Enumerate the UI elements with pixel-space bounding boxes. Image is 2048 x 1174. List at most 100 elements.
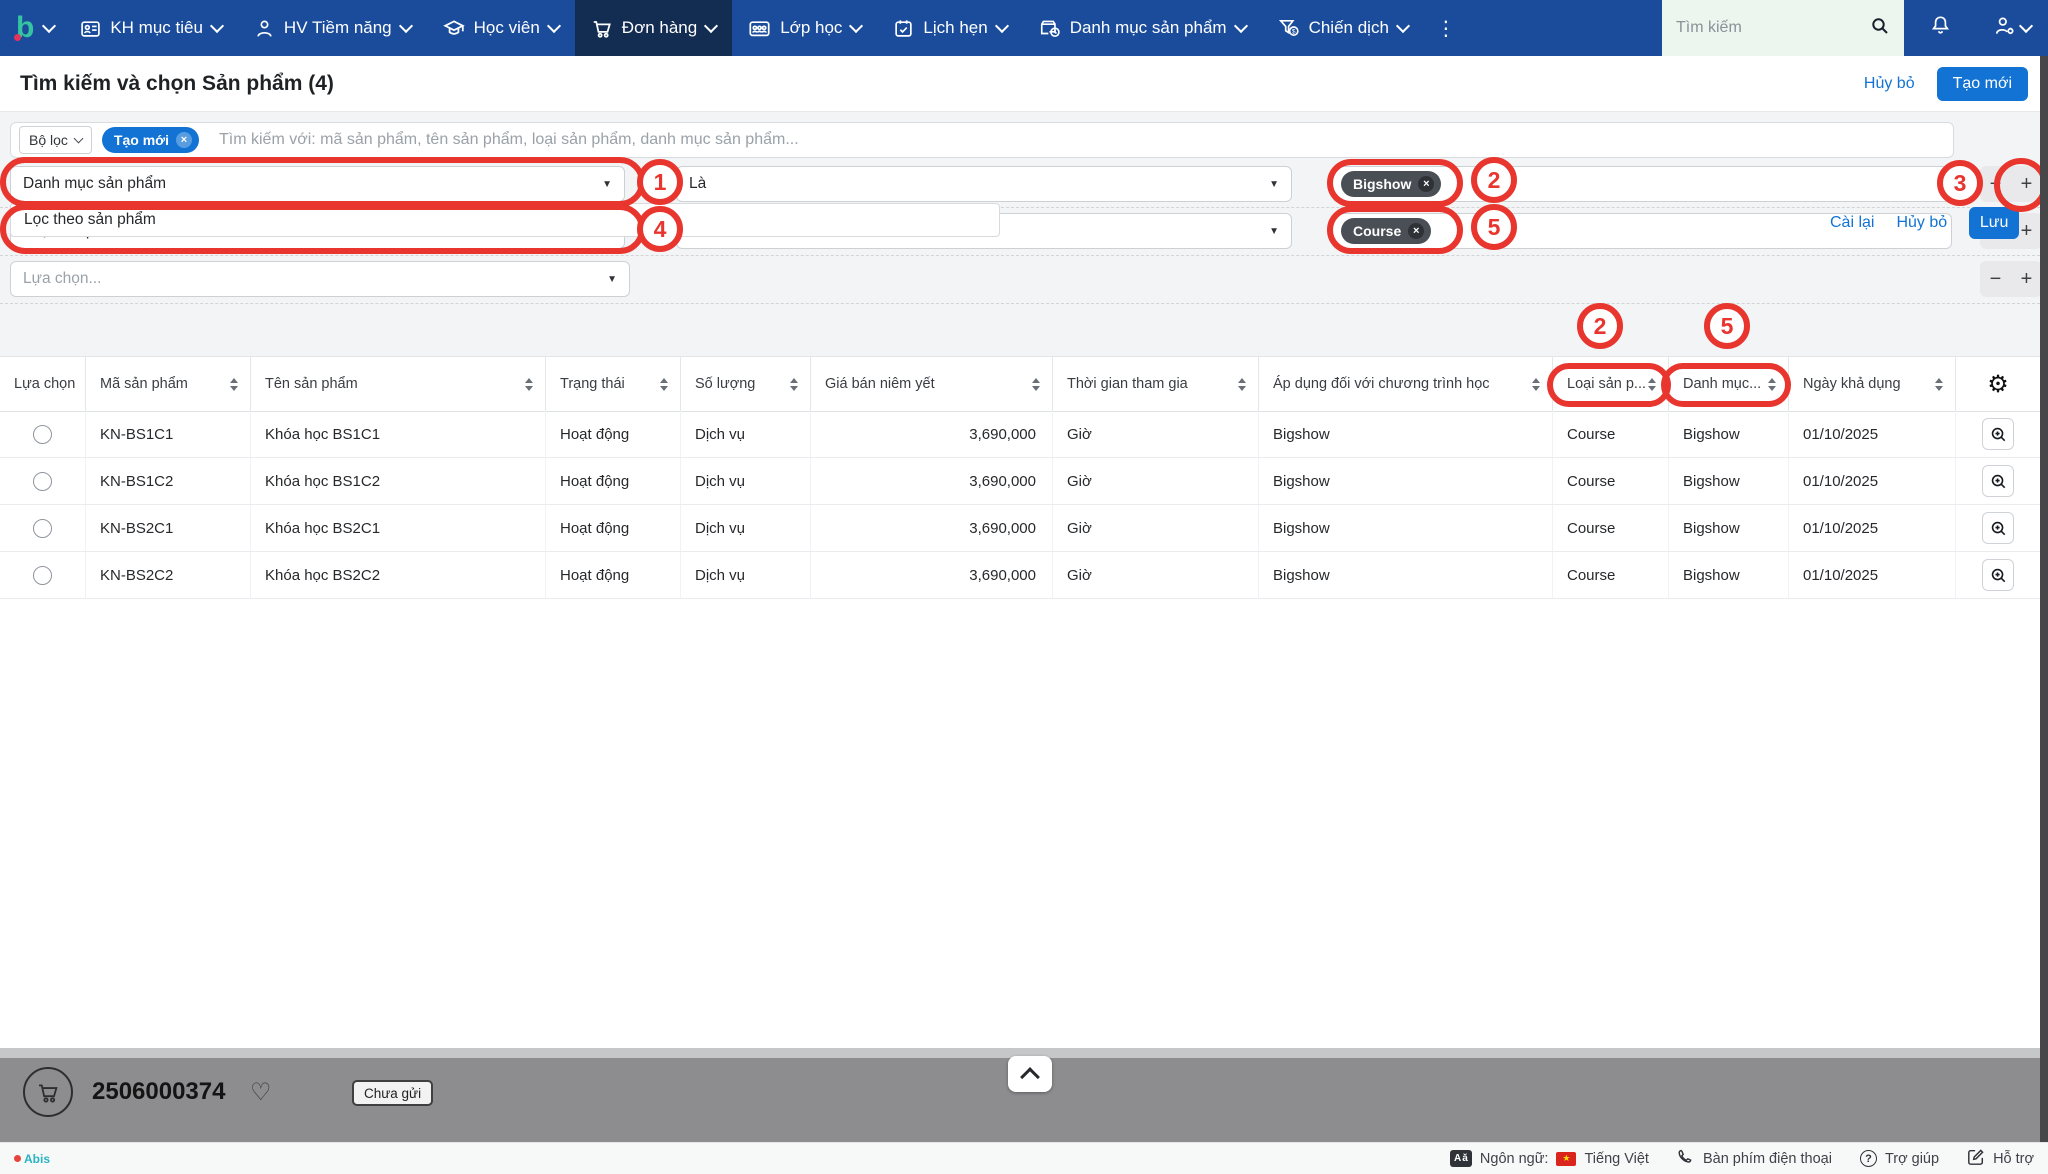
- nav-item-hoc-vien[interactable]: Học viên: [427, 0, 575, 56]
- footer-logo-text: Abis: [24, 1152, 50, 1166]
- filter-dropdown-button[interactable]: Bộ lọc: [19, 126, 92, 154]
- chevron-down-icon: [1396, 18, 1410, 32]
- svg-text:$: $: [1291, 28, 1295, 35]
- column-header-price[interactable]: Giá bán niêm yết: [810, 357, 1052, 411]
- remove-condition-button[interactable]: −: [1980, 166, 2011, 202]
- cancel-button[interactable]: Hủy bỏ: [1864, 75, 1915, 93]
- cell-program: Bigshow: [1258, 505, 1552, 551]
- filter-actions: Cài lại Hủy bỏ Lưu: [1830, 207, 2019, 239]
- sort-icon[interactable]: [1648, 378, 1656, 391]
- save-button[interactable]: Lưu: [1969, 207, 2019, 239]
- cell-status: Hoạt động: [545, 552, 680, 598]
- sort-icon[interactable]: [1532, 378, 1540, 391]
- row-radio[interactable]: [33, 566, 52, 585]
- field-select-row1[interactable]: Danh mục sản phẩm ▼: [10, 166, 625, 202]
- sort-icon[interactable]: [1032, 378, 1040, 391]
- column-header-select: Lựa chọn: [0, 357, 85, 411]
- row-detail-button[interactable]: [1982, 559, 2014, 591]
- language-selector[interactable]: Aă Ngôn ngữ: ★ Tiếng Việt: [1450, 1150, 1649, 1167]
- zoom-in-icon: [1990, 426, 2007, 443]
- cart-order-button[interactable]: [23, 1067, 73, 1117]
- help-button[interactable]: ? Trợ giúp: [1860, 1150, 1939, 1167]
- cell-date: 01/10/2025: [1788, 505, 1955, 551]
- nav-item-hv-tiem-nang[interactable]: HV Tiềm năng: [238, 0, 427, 56]
- operator-select-row1[interactable]: Là ▼: [676, 166, 1292, 202]
- phone-keyboard-button[interactable]: Bàn phím điện thoại: [1677, 1148, 1832, 1170]
- sort-icon[interactable]: [660, 378, 668, 391]
- cell-date: 01/10/2025: [1788, 411, 1955, 457]
- column-header-time[interactable]: Thời gian tham gia: [1052, 357, 1258, 411]
- chevron-down-icon: [2019, 18, 2033, 32]
- column-header-code[interactable]: Mã sản phẩm: [85, 357, 250, 411]
- sort-icon[interactable]: [1238, 378, 1246, 391]
- cell-code: KN-BS1C2: [85, 458, 250, 504]
- account-menu-button[interactable]: [1976, 0, 2048, 56]
- add-condition-button[interactable]: +: [2011, 261, 2042, 297]
- nav-item-label: Lớp học: [780, 18, 842, 38]
- footer-logo[interactable]: Abis: [14, 1152, 50, 1166]
- cancel-filter-button[interactable]: Hủy bỏ: [1896, 214, 1947, 232]
- cell-quantity: Dịch vụ: [680, 505, 810, 551]
- collapse-cart-button[interactable]: [1008, 1056, 1052, 1092]
- sort-icon[interactable]: [230, 378, 238, 391]
- row-radio[interactable]: [33, 519, 52, 538]
- filter-search-hint[interactable]: Tìm kiếm với: mã sản phẩm, tên sản phẩm,…: [219, 131, 799, 149]
- footer: Abis Aă Ngôn ngữ: ★ Tiếng Việt Bàn phím …: [0, 1142, 2048, 1174]
- heart-icon[interactable]: ♡: [250, 1078, 272, 1107]
- page-title: Tìm kiếm và chọn Sản phẩm (4): [20, 72, 334, 96]
- column-header-quantity[interactable]: Số lượng: [680, 357, 810, 411]
- value-tag-course[interactable]: Course ×: [1341, 218, 1431, 244]
- sort-icon[interactable]: [1935, 378, 1943, 391]
- chevron-down-icon: [73, 134, 83, 144]
- close-icon[interactable]: ×: [1418, 176, 1434, 192]
- nav-item-lich-hen[interactable]: Lịch hẹn: [877, 0, 1022, 56]
- chevron-down-icon: [849, 18, 863, 32]
- nav-item-chien-dich[interactable]: $ Chiến dịch: [1262, 0, 1424, 56]
- sort-icon[interactable]: [790, 378, 798, 391]
- nav-item-lop-hoc[interactable]: Lớp học: [732, 0, 877, 56]
- filter-preset-tag[interactable]: Tạo mới ×: [102, 127, 199, 153]
- column-header-program[interactable]: Áp dụng đối với chương trình học: [1258, 357, 1552, 411]
- app-logo[interactable]: b: [0, 0, 64, 56]
- nav-item-kh-muc-tieu[interactable]: KH mục tiêu: [64, 0, 238, 56]
- nav-item-danh-muc-san-pham[interactable]: Danh mục sản phẩm: [1023, 0, 1262, 56]
- support-button[interactable]: Hỗ trợ: [1967, 1148, 2034, 1170]
- zoom-in-icon: [1990, 520, 2007, 537]
- row-radio[interactable]: [33, 472, 52, 491]
- cell-price: 3,690,000: [810, 411, 1052, 457]
- column-settings-button[interactable]: ⚙: [1955, 357, 2040, 411]
- row-radio[interactable]: [33, 425, 52, 444]
- close-icon[interactable]: ×: [1408, 223, 1424, 239]
- vietnam-flag-icon: ★: [1556, 1152, 1576, 1166]
- row-detail-button[interactable]: [1982, 465, 2014, 497]
- sort-icon[interactable]: [1768, 378, 1776, 391]
- global-search[interactable]: Tìm kiếm: [1662, 0, 1904, 56]
- caret-down-icon: ▼: [1269, 226, 1279, 237]
- logo-dot-icon: [14, 1155, 21, 1162]
- column-header-available-date[interactable]: Ngày khả dụng: [1788, 357, 1955, 411]
- value-field-row1[interactable]: Bigshow ×: [1332, 166, 1952, 202]
- column-header-name[interactable]: Tên sản phẩm: [250, 357, 545, 411]
- value-tag-bigshow[interactable]: Bigshow ×: [1341, 171, 1441, 197]
- field-select-row3[interactable]: Lựa chọn... ▼: [10, 261, 630, 297]
- add-condition-button[interactable]: +: [2011, 166, 2042, 202]
- support-label: Hỗ trợ: [1993, 1151, 2034, 1167]
- row3-stepper: − +: [1980, 261, 2042, 297]
- column-header-category[interactable]: Danh mục...: [1668, 357, 1788, 411]
- nav-item-don-hang[interactable]: Đơn hàng: [575, 0, 732, 56]
- close-icon[interactable]: ×: [176, 132, 192, 148]
- column-header-status[interactable]: Trạng thái: [545, 357, 680, 411]
- product-filter-input[interactable]: Lọc theo sản phẩm: [10, 203, 1000, 237]
- cell-type: Course: [1552, 552, 1668, 598]
- notifications-button[interactable]: [1904, 0, 1976, 56]
- row-detail-button[interactable]: [1982, 512, 2014, 544]
- cell-name: Khóa học BS1C1: [250, 411, 545, 457]
- create-button[interactable]: Tạo mới: [1937, 67, 2028, 101]
- reset-button[interactable]: Cài lại: [1830, 214, 1874, 232]
- column-header-type[interactable]: Loại sản p...: [1552, 357, 1668, 411]
- scrollbar[interactable]: [2040, 56, 2048, 1142]
- remove-condition-button[interactable]: −: [1980, 261, 2011, 297]
- more-menu-button[interactable]: ⋮: [1424, 0, 1468, 56]
- row-detail-button[interactable]: [1982, 418, 2014, 450]
- sort-icon[interactable]: [525, 378, 533, 391]
